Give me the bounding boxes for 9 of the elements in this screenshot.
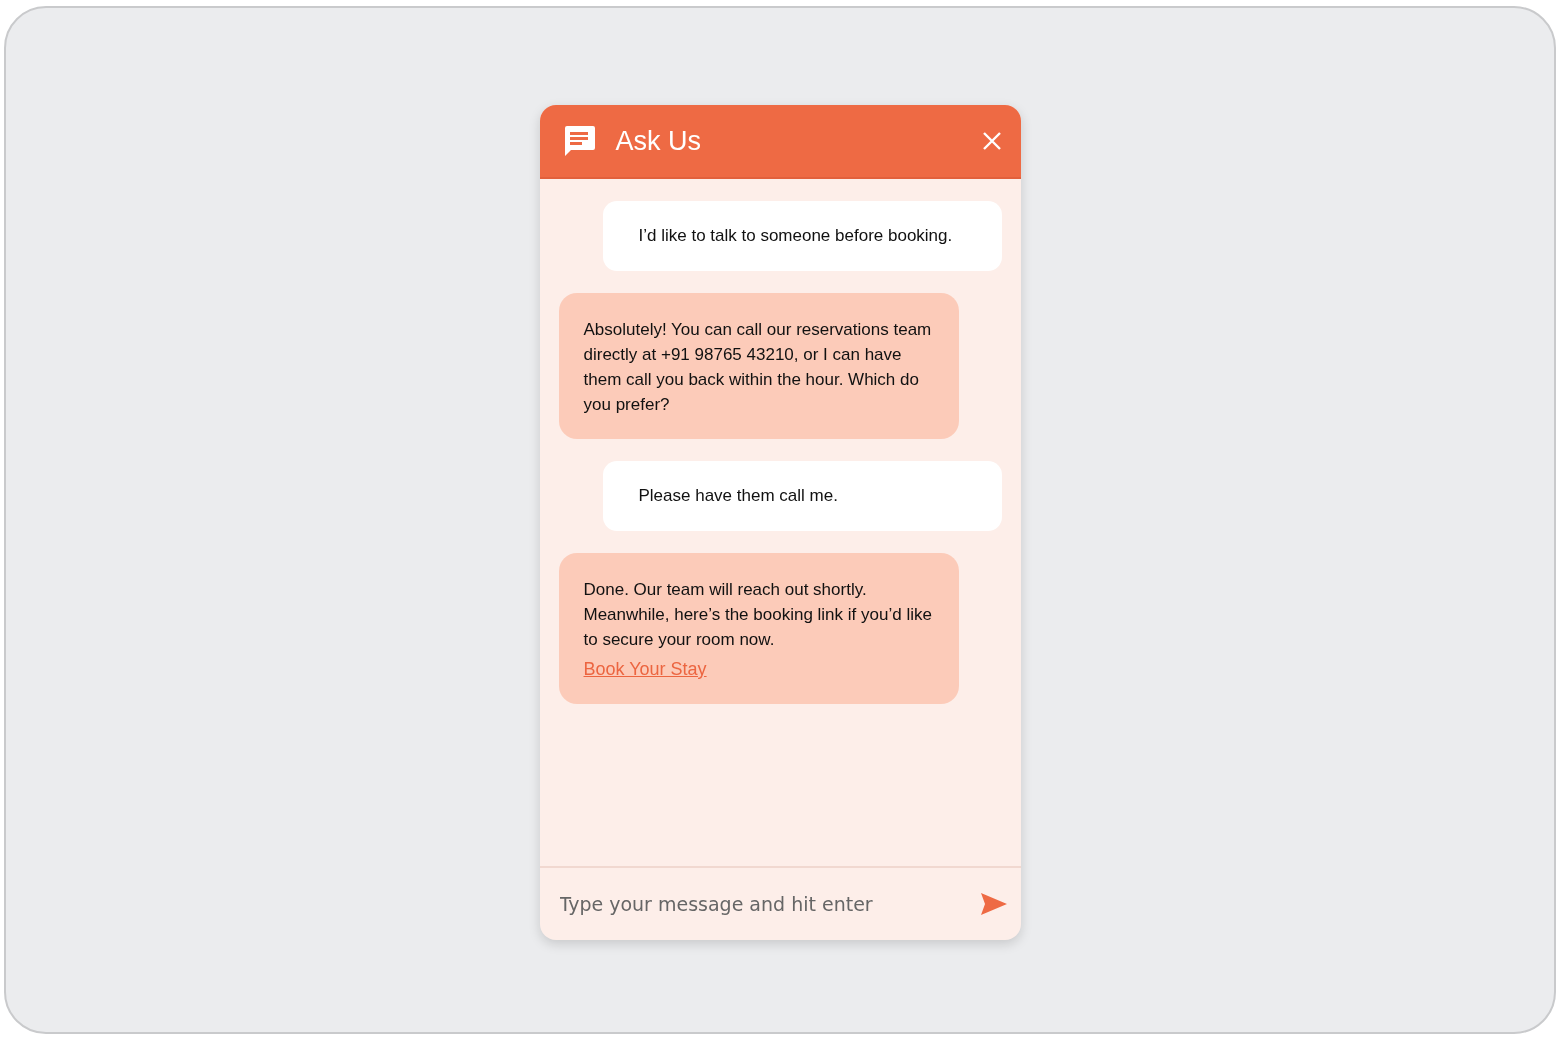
message-input[interactable]: Type your message and hit enter <box>559 893 979 915</box>
message-text: Absolutely! You can call our reservations team directly at +91 98765 43210, or I can have them call you back within the hour. Which do you prefer? <box>583 320 932 414</box>
user-message: Please have them call me. <box>602 461 1002 531</box>
message-text: Done. Our team will reach out shortly. Meanwhile, here’s the booking link if you’d like to secure your room now. <box>583 580 932 649</box>
booking-link[interactable]: Book Your Stay <box>583 657 707 682</box>
user-message: I’d like to talk to someone before booking. <box>602 201 1002 271</box>
chat-title: Ask Us <box>615 125 702 157</box>
close-icon[interactable] <box>980 130 1003 152</box>
send-icon[interactable] <box>978 891 1009 917</box>
